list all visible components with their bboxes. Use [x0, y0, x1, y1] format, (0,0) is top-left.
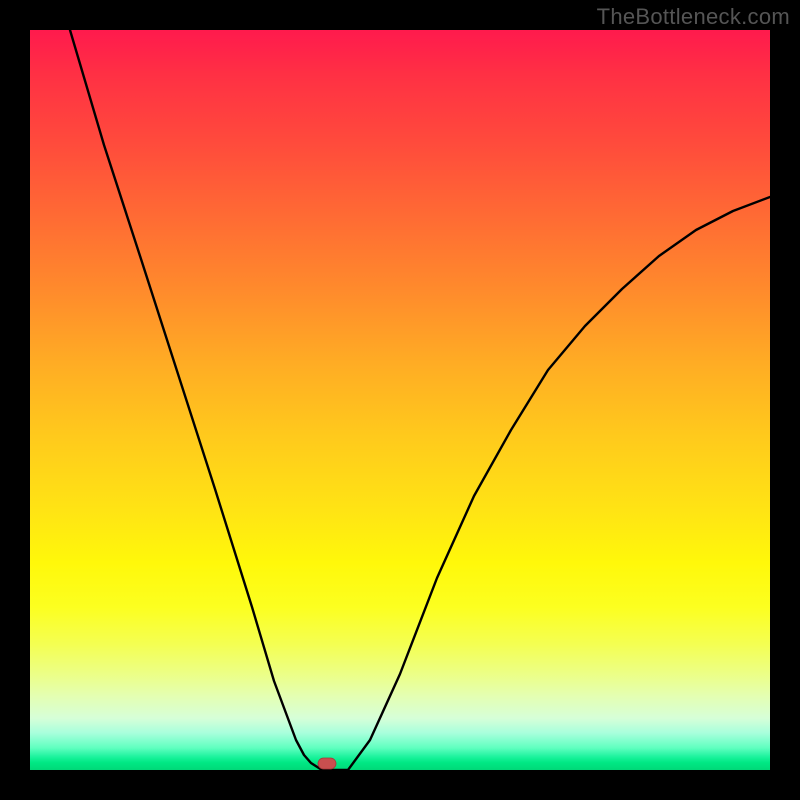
- watermark-text: TheBottleneck.com: [597, 4, 790, 30]
- bottleneck-curve: [70, 30, 770, 770]
- plot-area: [30, 30, 770, 770]
- curve-svg: [30, 30, 770, 770]
- minimum-marker: [318, 758, 336, 769]
